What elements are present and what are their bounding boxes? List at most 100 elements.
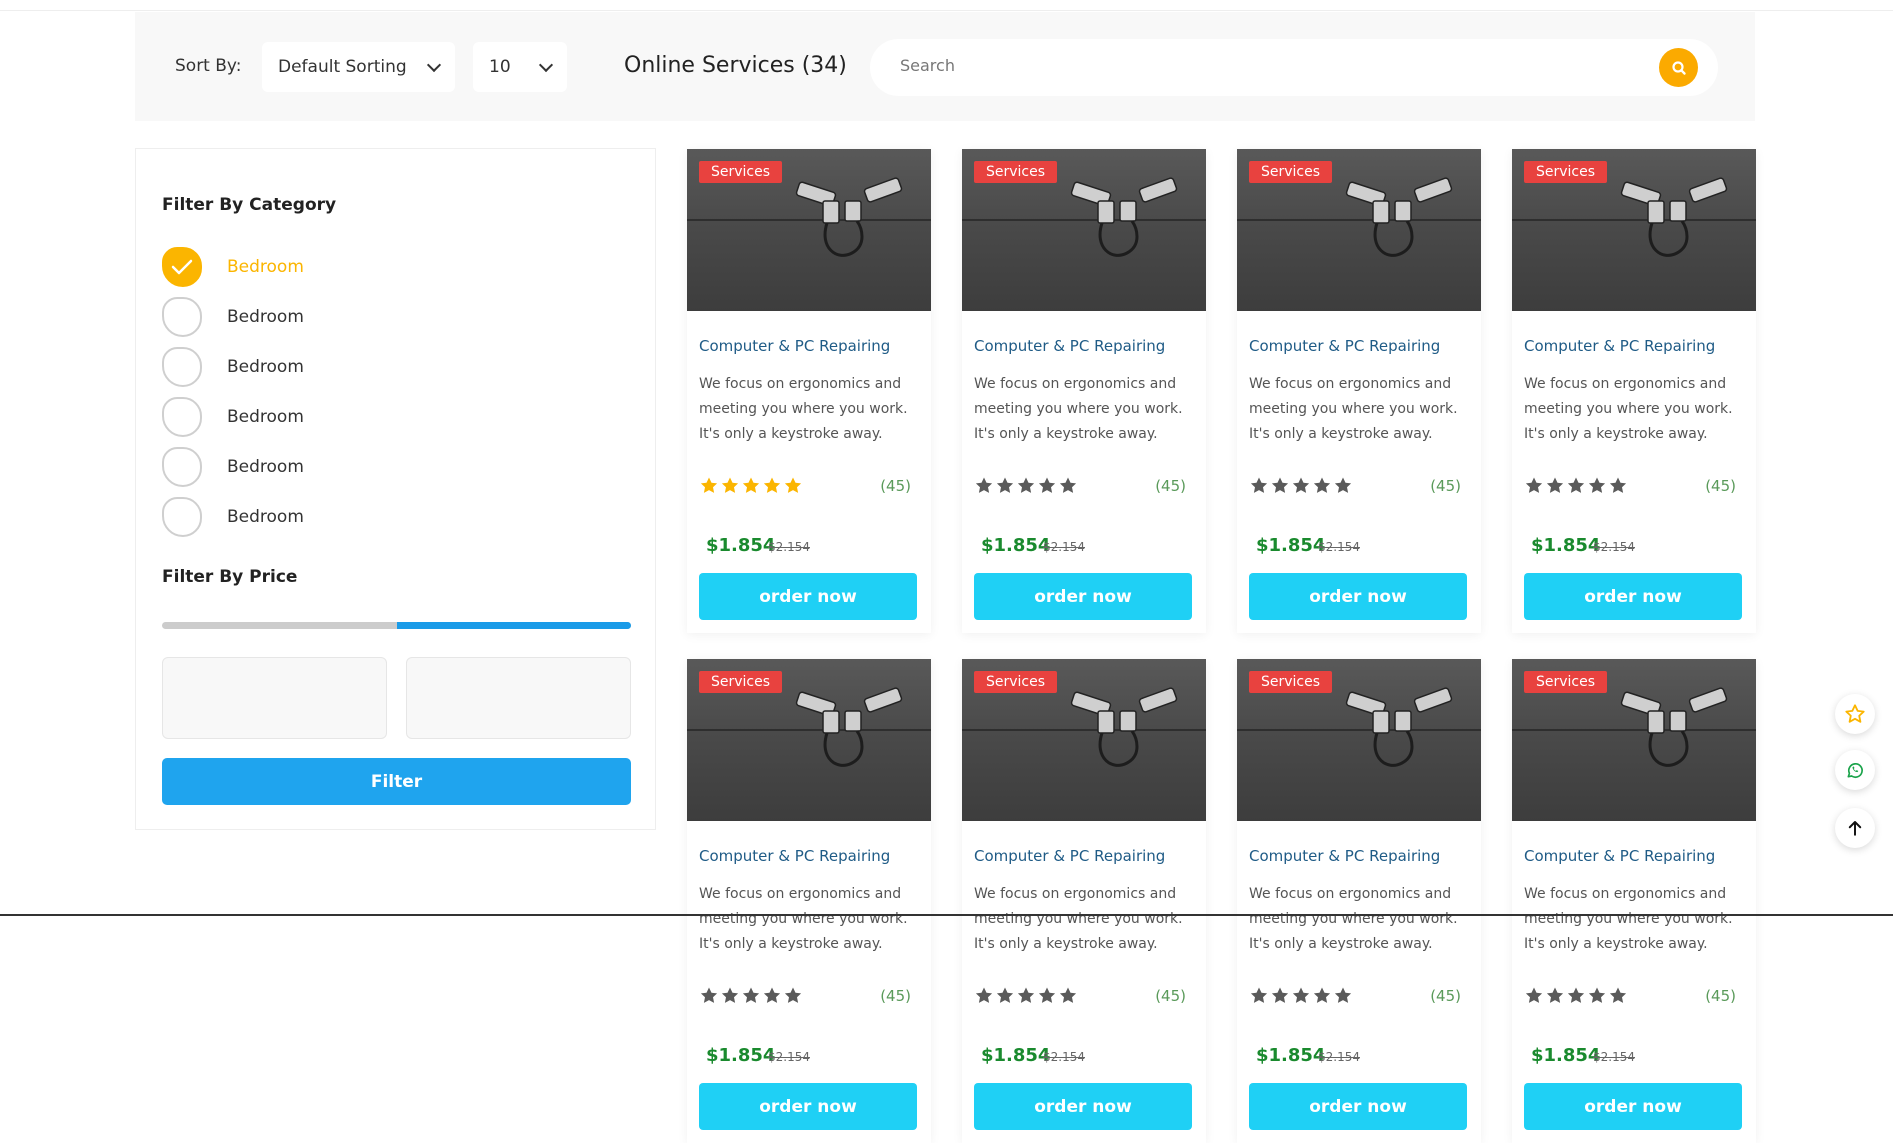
min-price-input[interactable] bbox=[162, 657, 387, 739]
filter-button[interactable]: Filter bbox=[162, 758, 631, 805]
rating-star-icon bbox=[1334, 477, 1352, 493]
category-badge: Services bbox=[699, 161, 783, 183]
order-now-button[interactable]: order now bbox=[699, 1083, 917, 1130]
review-count: (45) bbox=[880, 987, 911, 1005]
service-card[interactable]: Services Computer & PC Repairing We focus … bbox=[962, 149, 1206, 633]
rating-star-icon bbox=[1271, 477, 1289, 493]
service-title[interactable]: Computer & PC Repairing bbox=[974, 337, 1165, 355]
arrow-up-icon bbox=[1848, 821, 1862, 836]
rating-stars bbox=[974, 476, 1078, 496]
service-title[interactable]: Computer & PC Repairing bbox=[699, 337, 890, 355]
sort-dropdown-value: Default Sorting bbox=[278, 57, 407, 77]
favorite-button[interactable] bbox=[1835, 694, 1875, 734]
scroll-top-button[interactable] bbox=[1835, 808, 1875, 848]
service-card[interactable]: Services Computer & PC Repairing We focus … bbox=[1512, 149, 1756, 633]
service-card[interactable]: Services Computer & PC Repairing We focus … bbox=[1237, 659, 1481, 1143]
service-title[interactable]: Computer & PC Repairing bbox=[1524, 337, 1715, 355]
max-price-input[interactable] bbox=[406, 657, 631, 739]
rating-star-icon bbox=[742, 477, 760, 493]
category-item[interactable]: Bedroom bbox=[162, 397, 462, 437]
rating-stars bbox=[699, 986, 803, 1006]
category-badge: Services bbox=[974, 161, 1058, 183]
service-description: We focus on ergonomics and meeting you w… bbox=[1249, 376, 1458, 442]
rating-star-icon bbox=[1525, 477, 1543, 493]
service-card[interactable]: Services Computer & PC Repairing We focus … bbox=[1237, 149, 1481, 633]
checkmark-icon bbox=[171, 259, 193, 275]
order-now-button[interactable]: order now bbox=[1249, 1083, 1467, 1130]
old-price: $2.154 bbox=[1043, 540, 1085, 554]
category-checkbox[interactable] bbox=[162, 297, 202, 337]
category-checkbox[interactable] bbox=[162, 497, 202, 537]
current-price: $1.854 bbox=[981, 1045, 1051, 1066]
order-now-button[interactable]: order now bbox=[699, 573, 917, 620]
order-now-button[interactable]: order now bbox=[974, 573, 1192, 620]
service-card[interactable]: Services Computer & PC Repairing We focus … bbox=[687, 659, 931, 1143]
rating-star-icon bbox=[721, 477, 739, 493]
review-count: (45) bbox=[1705, 987, 1736, 1005]
category-item[interactable]: Bedroom bbox=[162, 297, 462, 337]
service-card[interactable]: Services Computer & PC Repairing We focus … bbox=[687, 149, 931, 633]
category-label: Bedroom bbox=[227, 357, 304, 377]
category-badge: Services bbox=[1249, 671, 1333, 693]
rating-star-icon bbox=[1334, 987, 1352, 1003]
category-label: Bedroom bbox=[227, 507, 304, 527]
search-button[interactable] bbox=[1659, 48, 1698, 87]
service-title[interactable]: Computer & PC Repairing bbox=[1249, 337, 1440, 355]
current-price: $1.854 bbox=[1256, 1045, 1326, 1066]
rating-star-icon bbox=[975, 477, 993, 493]
per-page-dropdown[interactable]: 10 bbox=[473, 42, 567, 92]
cctv-camera-image: Services bbox=[1237, 149, 1481, 311]
rating-star-icon bbox=[975, 987, 993, 1003]
service-card[interactable]: Services Computer & PC Repairing We focus … bbox=[962, 659, 1206, 1143]
category-checkbox[interactable] bbox=[162, 347, 202, 387]
service-description: We focus on ergonomics and meeting you w… bbox=[974, 886, 1183, 952]
rating-star-icon bbox=[1292, 477, 1310, 493]
service-title[interactable]: Computer & PC Repairing bbox=[1249, 847, 1440, 865]
rating-star-icon bbox=[784, 477, 802, 493]
rating-star-icon bbox=[763, 477, 781, 493]
category-item[interactable]: Bedroom bbox=[162, 347, 462, 387]
search-box bbox=[870, 39, 1718, 96]
category-badge: Services bbox=[1249, 161, 1333, 183]
order-now-button[interactable]: order now bbox=[1524, 1083, 1742, 1130]
order-now-button[interactable]: order now bbox=[1249, 573, 1467, 620]
service-description: We focus on ergonomics and meeting you w… bbox=[1524, 376, 1733, 442]
rating-star-icon bbox=[1038, 987, 1056, 1003]
cctv-camera-image: Services bbox=[1237, 659, 1481, 821]
rating-star-icon bbox=[1546, 477, 1564, 493]
category-item[interactable]: Bedroom bbox=[162, 447, 462, 487]
review-count: (45) bbox=[1430, 987, 1461, 1005]
cctv-camera-image: Services bbox=[962, 659, 1206, 821]
service-card[interactable]: Services Computer & PC Repairing We focus … bbox=[1512, 659, 1756, 1143]
order-now-button[interactable]: order now bbox=[1524, 573, 1742, 620]
price-filter-title: Filter By Price bbox=[162, 567, 298, 587]
per-page-dropdown-value: 10 bbox=[489, 57, 511, 77]
category-checkbox[interactable] bbox=[162, 447, 202, 487]
service-title[interactable]: Computer & PC Repairing bbox=[699, 847, 890, 865]
service-title[interactable]: Computer & PC Repairing bbox=[1524, 847, 1715, 865]
rating-stars bbox=[1249, 986, 1353, 1006]
current-price: $1.854 bbox=[1531, 1045, 1601, 1066]
rating-star-icon bbox=[996, 477, 1014, 493]
sort-dropdown[interactable]: Default Sorting bbox=[262, 42, 455, 92]
rating-star-icon bbox=[1250, 987, 1268, 1003]
category-checkbox[interactable] bbox=[162, 397, 202, 437]
order-now-button[interactable]: order now bbox=[974, 1083, 1192, 1130]
whatsapp-icon bbox=[1847, 763, 1863, 779]
category-item[interactable]: Bedroom bbox=[162, 247, 462, 287]
category-checkbox[interactable] bbox=[162, 247, 202, 287]
category-badge: Services bbox=[1524, 671, 1608, 693]
service-description: We focus on ergonomics and meeting you w… bbox=[1524, 886, 1733, 952]
rating-stars bbox=[1524, 986, 1628, 1006]
rating-star-icon bbox=[700, 987, 718, 1003]
search-input[interactable] bbox=[900, 56, 1640, 75]
rating-star-icon bbox=[1017, 987, 1035, 1003]
whatsapp-button[interactable] bbox=[1835, 750, 1875, 790]
chevron-down-icon bbox=[538, 57, 554, 72]
price-range-slider[interactable] bbox=[162, 622, 631, 629]
category-item[interactable]: Bedroom bbox=[162, 497, 462, 537]
category-label: Bedroom bbox=[227, 407, 304, 427]
rating-star-icon bbox=[1588, 477, 1606, 493]
rating-stars bbox=[1249, 476, 1353, 496]
service-title[interactable]: Computer & PC Repairing bbox=[974, 847, 1165, 865]
